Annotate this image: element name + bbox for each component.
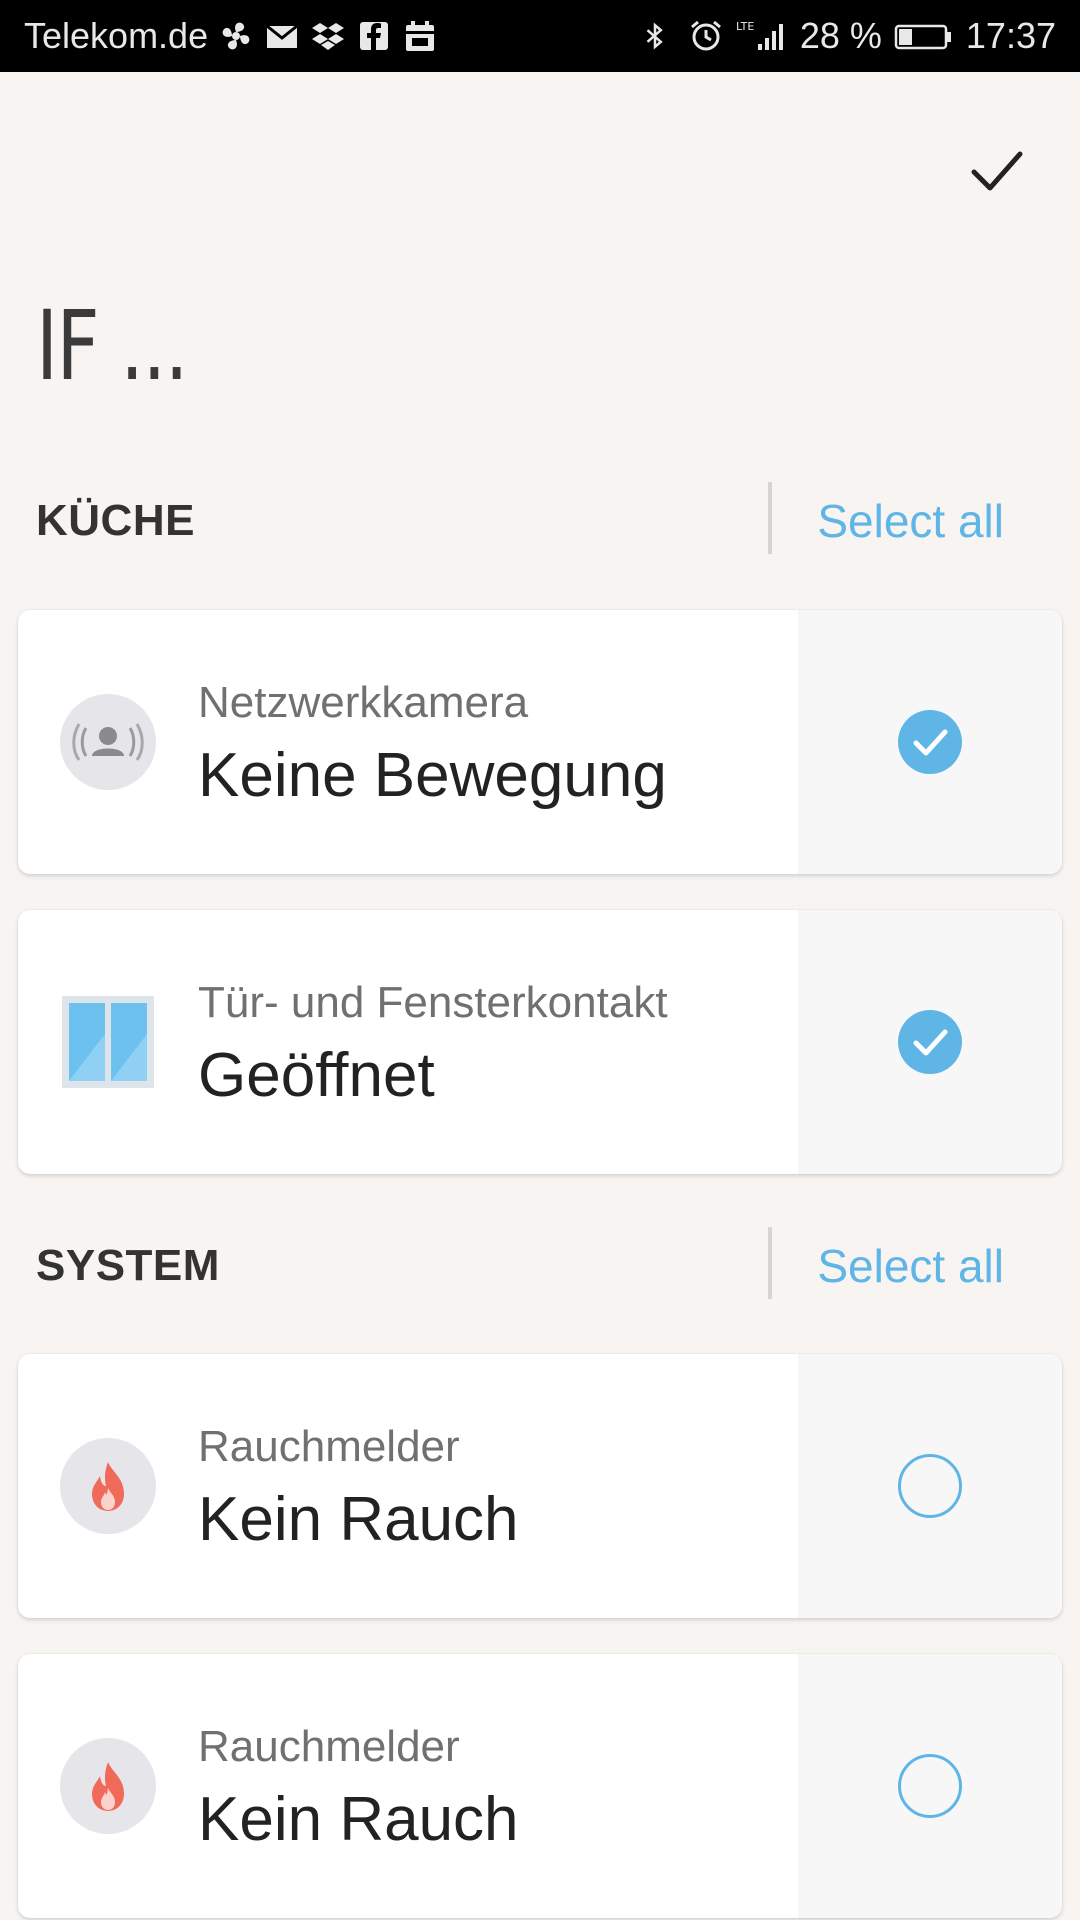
confirm-button[interactable]	[956, 130, 1036, 210]
fan-icon	[218, 18, 254, 54]
condition-card[interactable]: Tür- und Fensterkontakt Geöffnet	[18, 910, 1062, 1174]
select-all-button[interactable]: Select all	[817, 1239, 1004, 1293]
device-name: Rauchmelder	[198, 1722, 460, 1771]
select-all-button[interactable]: Select all	[817, 494, 1004, 548]
device-name: Netzwerkkamera	[198, 678, 529, 727]
status-bar-right: LTE 28 % 17:37	[640, 0, 1056, 72]
section-divider	[768, 1227, 772, 1299]
alarm-icon	[688, 18, 724, 54]
status-bar: Telekom.de LTE 28 % 17:37	[0, 0, 1080, 72]
status-bar-left: Telekom.de	[24, 0, 438, 72]
device-name: Tür- und Fensterkontakt	[198, 978, 668, 1027]
check-icon	[913, 1029, 948, 1056]
device-state: Keine Bewegung	[198, 741, 667, 810]
device-state: Kein Rauch	[198, 1485, 519, 1554]
section-header-system: SYSTEM Select all	[0, 1227, 1080, 1307]
condition-card[interactable]: Netzwerkkamera Keine Bewegung	[18, 610, 1062, 874]
unselected-checkbox[interactable]	[898, 1454, 962, 1518]
clock: 17:37	[965, 15, 1056, 56]
dropbox-icon	[310, 18, 346, 54]
page-title: IF ...	[36, 290, 189, 402]
section-header-kueche: KÜCHE Select all	[0, 482, 1080, 562]
mail-icon	[264, 18, 300, 54]
flame-icon	[60, 1738, 156, 1834]
device-state: Geöffnet	[198, 1041, 435, 1110]
carrier-name: Telekom.de	[24, 15, 209, 56]
unselected-checkbox[interactable]	[898, 1754, 962, 1818]
device-state: Kein Rauch	[198, 1785, 519, 1854]
section-title: KÜCHE	[36, 496, 195, 545]
checkmark-icon	[971, 151, 1023, 191]
check-icon	[913, 729, 948, 756]
bluetooth-icon	[640, 18, 676, 54]
flame-icon	[60, 1438, 156, 1534]
battery-icon	[894, 18, 954, 54]
condition-card[interactable]: Rauchmelder Kein Rauch	[18, 1354, 1062, 1618]
device-name: Rauchmelder	[198, 1422, 460, 1471]
signal-icon: LTE	[736, 18, 788, 54]
selected-checkbox[interactable]	[898, 710, 962, 774]
section-title: SYSTEM	[36, 1241, 220, 1290]
camera-motion-icon	[60, 694, 156, 790]
section-divider	[768, 482, 772, 554]
calendar-icon	[402, 18, 438, 54]
battery-percent: 28 %	[799, 15, 882, 56]
facebook-icon	[356, 18, 392, 54]
window-icon	[60, 994, 156, 1090]
condition-card[interactable]: Rauchmelder Kein Rauch	[18, 1654, 1062, 1918]
selected-checkbox[interactable]	[898, 1010, 962, 1074]
network-type: LTE	[736, 20, 754, 33]
